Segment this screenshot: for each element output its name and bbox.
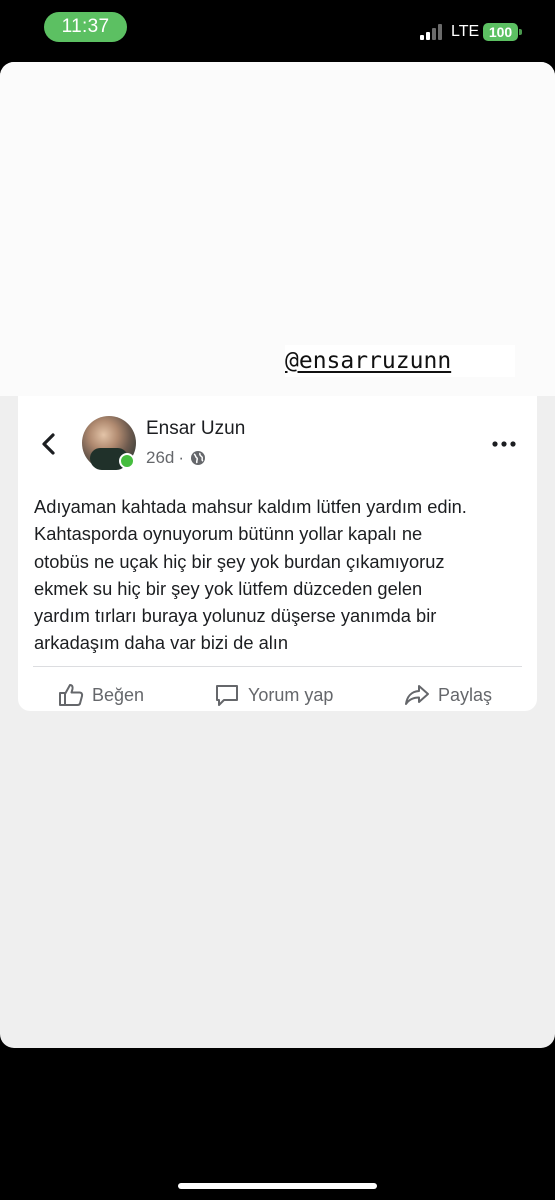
chevron-left-icon[interactable] <box>40 432 58 456</box>
story-screenshot: @ensarruzunn Ensar Uzun 26d · Adıyaman k… <box>0 62 555 1048</box>
share-icon <box>405 685 429 705</box>
status-time[interactable]: 11:37 <box>44 12 127 42</box>
meta-separator: · <box>178 448 185 467</box>
battery-icon <box>519 29 522 35</box>
like-label: Beğen <box>92 684 145 705</box>
post-author[interactable]: Ensar Uzun <box>146 418 245 440</box>
post-body: Adıyaman kahtada mahsur kaldım lütfen ya… <box>34 496 467 654</box>
actions-divider <box>33 666 522 667</box>
post-age[interactable]: 26d <box>146 448 174 468</box>
home-indicator[interactable] <box>178 1183 377 1189</box>
online-status-dot <box>119 453 135 469</box>
share-label: Paylaş <box>438 684 493 705</box>
mention-sticker[interactable]: @ensarruzunn <box>285 345 515 377</box>
globe-icon <box>191 451 206 465</box>
battery-level: 100 <box>483 23 518 41</box>
share-button[interactable]: Paylaş <box>404 683 492 707</box>
comment-icon <box>216 685 238 706</box>
post-meta: 26d · <box>146 448 206 468</box>
facebook-post-card: Ensar Uzun 26d · Adıyaman kahtada mahsur… <box>18 396 537 711</box>
comment-label: Yorum yap <box>248 684 334 705</box>
like-button[interactable]: Beğen <box>58 683 144 707</box>
network-label: LTE <box>451 23 480 40</box>
status-bar: 11:37 LTE 100 <box>0 0 555 58</box>
thumbs-up-icon <box>59 684 84 706</box>
comment-button[interactable]: Yorum yap <box>214 683 333 707</box>
more-horizontal-icon[interactable] <box>492 440 516 448</box>
signal-icon <box>420 24 444 40</box>
